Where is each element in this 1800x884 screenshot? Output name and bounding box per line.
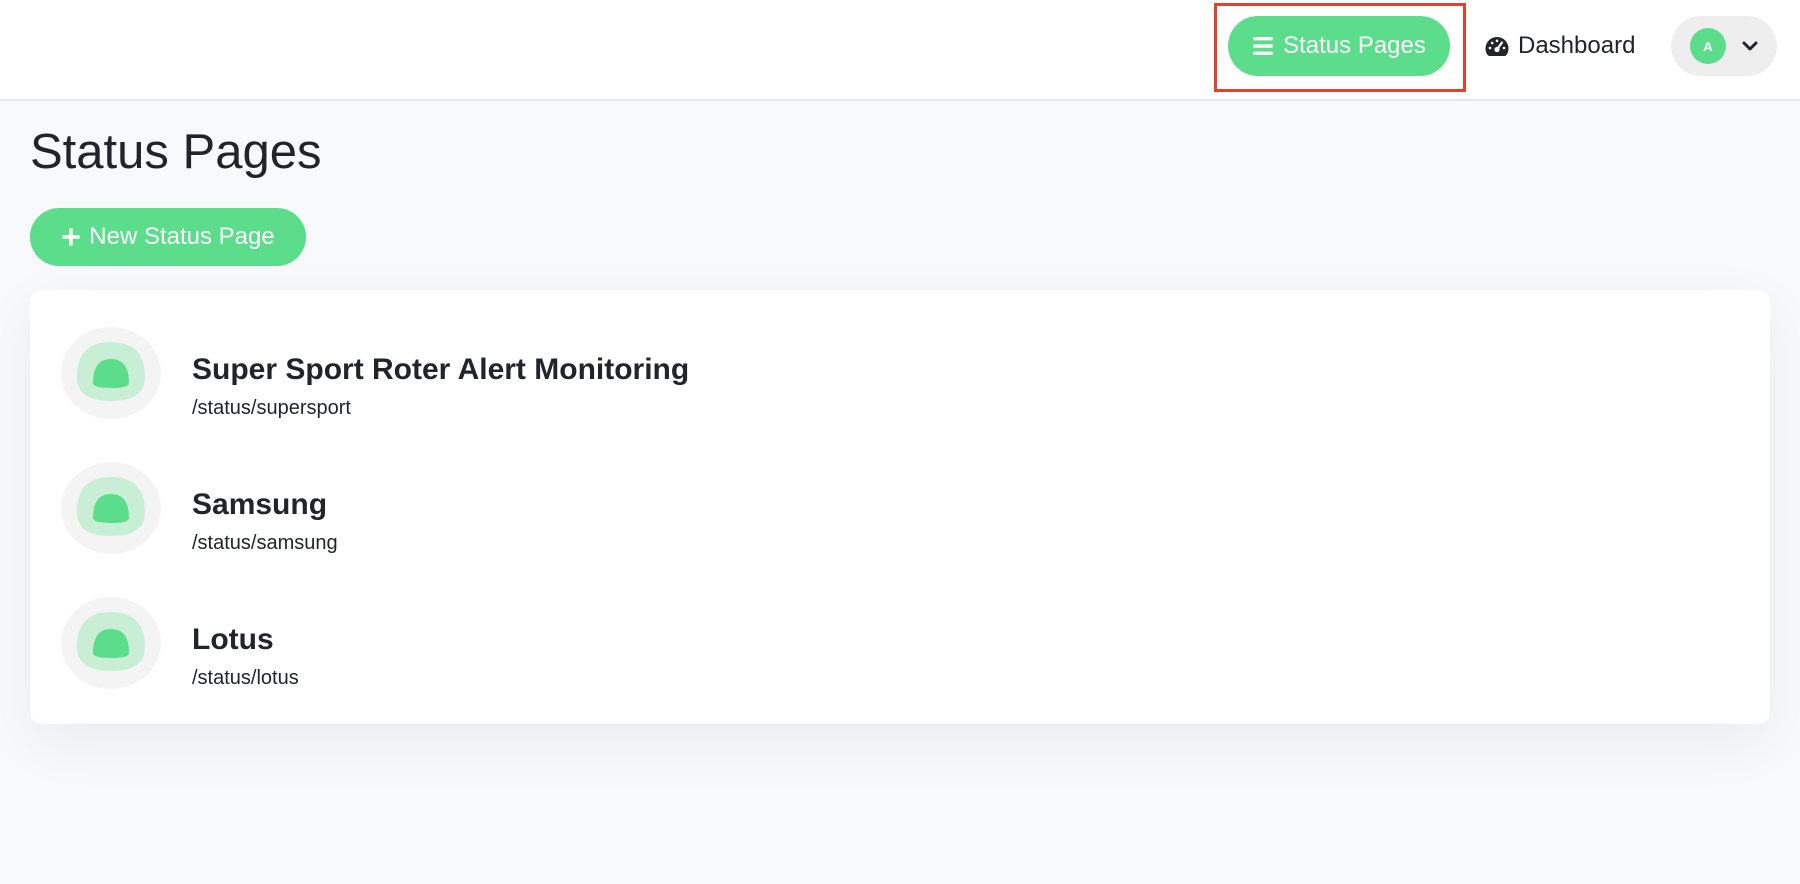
page-title: Status Pages (30, 125, 322, 179)
status-page-name: Lotus (192, 623, 274, 656)
status-page-slug: /status/supersport (192, 397, 351, 419)
status-logo-icon (61, 327, 161, 419)
status-page-item[interactable]: Super Sport Roter Alert Monitoring /stat… (30, 327, 1770, 427)
new-status-page-button[interactable]: New Status Page (30, 208, 306, 266)
avatar: A (1690, 28, 1726, 64)
dashboard-nav-label: Dashboard (1518, 32, 1636, 59)
status-page-slug: /status/lotus (192, 667, 299, 689)
status-page-name: Samsung (192, 488, 328, 521)
chevron-down-icon (1742, 41, 1758, 51)
status-page-item[interactable]: Lotus /status/lotus (30, 597, 1770, 697)
profile-menu-toggle[interactable]: A (1671, 16, 1777, 76)
status-logo-icon (61, 462, 161, 554)
plus-icon (62, 228, 81, 246)
status-logo-icon (61, 597, 161, 689)
status-page-name: Super Sport Roter Alert Monitoring (192, 353, 690, 386)
status-page-slug: /status/samsung (192, 532, 338, 554)
status-page-item[interactable]: Samsung /status/samsung (30, 462, 1770, 562)
status-page-list: Super Sport Roter Alert Monitoring /stat… (30, 290, 1770, 724)
status-pages-nav-label: Status Pages (1283, 32, 1426, 59)
top-navbar: Status Pages Dashboard A (0, 0, 1800, 101)
bars-icon (1253, 37, 1274, 55)
gauge-icon (1485, 37, 1509, 56)
dashboard-nav-link[interactable]: Dashboard (1484, 16, 1635, 76)
status-pages-nav-button[interactable]: Status Pages (1228, 16, 1450, 76)
new-status-page-label: New Status Page (89, 223, 275, 250)
